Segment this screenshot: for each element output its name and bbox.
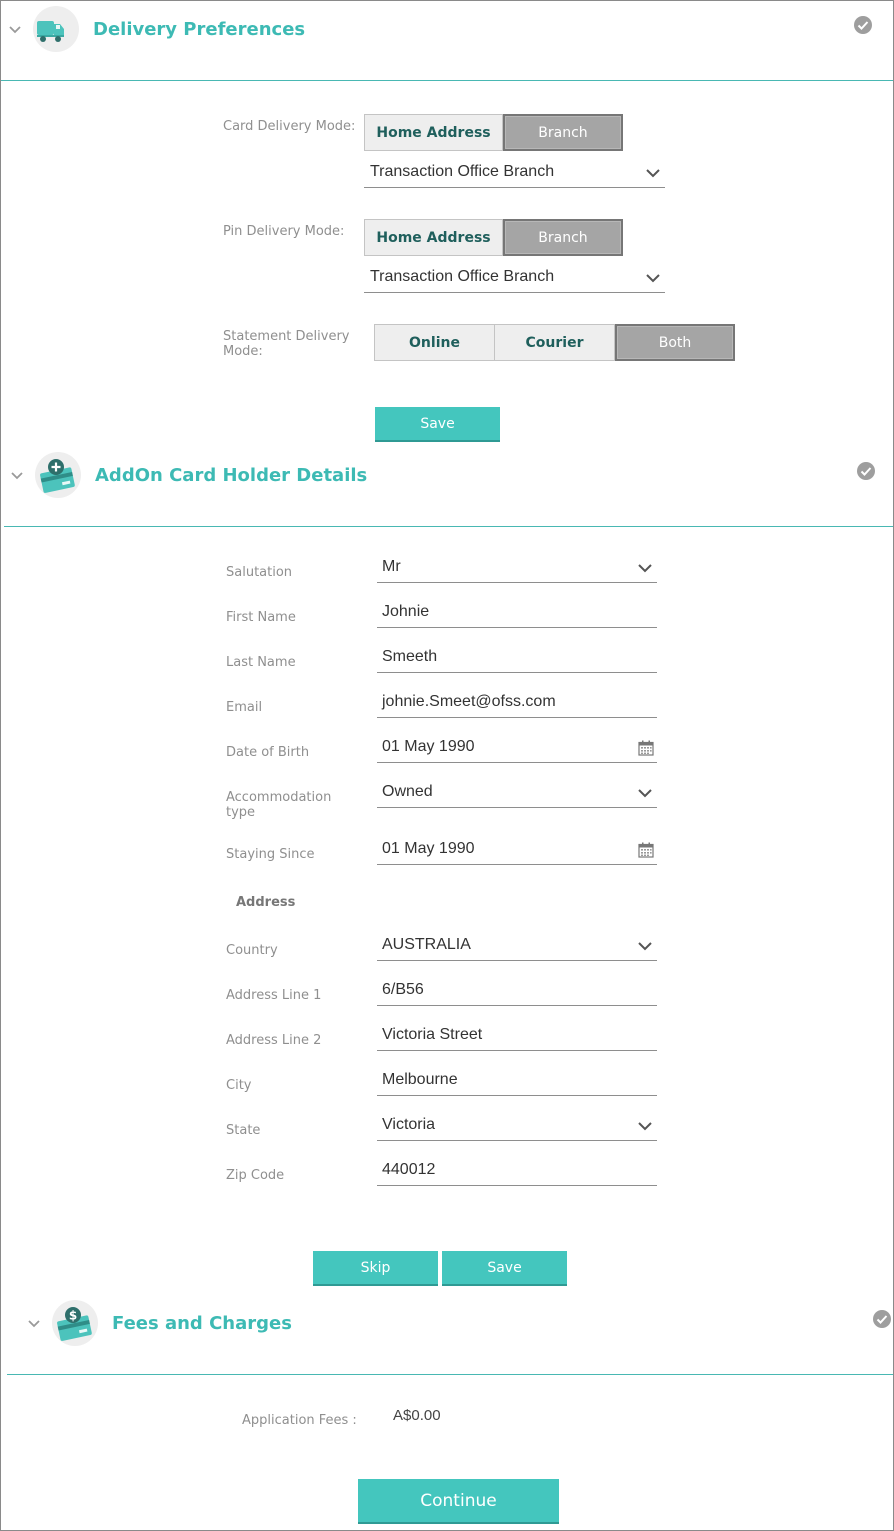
staying-since-value: 01 May 1990 — [382, 840, 475, 857]
delivery-save-button[interactable]: Save — [375, 407, 500, 442]
card-delivery-branch-value: Transaction Office Branch — [370, 163, 555, 180]
accommodation-type-label: Accommodation type — [226, 790, 332, 820]
check-circle-icon — [873, 1310, 891, 1328]
state-select[interactable]: Victoria — [377, 1114, 657, 1141]
country-label: Country — [226, 943, 278, 958]
zip-code-label: Zip Code — [226, 1168, 285, 1183]
pin-delivery-mode-label: Pin Delivery Mode: — [223, 224, 345, 239]
last-name-input[interactable]: Smeeth — [377, 646, 657, 673]
address-heading: Address — [236, 895, 296, 910]
calendar-icon[interactable] — [638, 740, 654, 756]
city-value: Melbourne — [382, 1071, 458, 1088]
staying-since-label: Staying Since — [226, 847, 315, 862]
fees-and-charges-title: Fees and Charges — [112, 1313, 292, 1334]
address-line-2-value: Victoria Street — [382, 1026, 483, 1043]
calendar-icon[interactable] — [638, 842, 654, 858]
staying-since-input[interactable]: 01 May 1990 — [377, 838, 657, 865]
zip-code-input[interactable]: 440012 — [377, 1159, 657, 1186]
statement-delivery-mode-toggle: Online Courier Both — [374, 324, 735, 361]
collapse-chevron-icon[interactable] — [8, 23, 22, 37]
card-delivery-branch-select[interactable]: Transaction Office Branch — [364, 161, 665, 188]
collapse-chevron-icon[interactable] — [27, 1317, 41, 1331]
pin-delivery-branch-select[interactable]: Transaction Office Branch — [364, 266, 665, 293]
chevron-down-icon — [645, 272, 661, 284]
statement-online-option[interactable]: Online — [374, 324, 495, 361]
state-value: Victoria — [382, 1116, 436, 1133]
truck-icon — [33, 6, 79, 52]
accommodation-type-value: Owned — [382, 783, 433, 800]
pin-delivery-branch-value: Transaction Office Branch — [370, 268, 555, 285]
address-line-1-input[interactable]: 6/B56 — [377, 979, 657, 1006]
card-delivery-mode-toggle: Home Address Branch — [364, 114, 623, 151]
card-dollar-icon: $ — [52, 1300, 98, 1346]
chevron-down-icon — [637, 1120, 653, 1132]
check-circle-icon — [854, 16, 872, 34]
card-delivery-branch-option[interactable]: Branch — [503, 114, 623, 151]
section-divider — [4, 526, 893, 527]
chevron-down-icon — [645, 167, 661, 179]
salutation-select[interactable]: Mr — [377, 556, 657, 583]
chevron-down-icon — [637, 562, 653, 574]
city-label: City — [226, 1078, 252, 1093]
section-divider — [1, 80, 893, 81]
email-value: johnie.Smeet@ofss.com — [382, 693, 556, 710]
pin-delivery-branch-option[interactable]: Branch — [503, 219, 623, 256]
salutation-value: Mr — [382, 558, 401, 575]
date-of-birth-value: 01 May 1990 — [382, 738, 475, 755]
address-line-1-value: 6/B56 — [382, 981, 424, 998]
date-of-birth-input[interactable]: 01 May 1990 — [377, 736, 657, 763]
application-form: Delivery Preferences Card Delivery Mode:… — [0, 0, 894, 1531]
statement-courier-option[interactable]: Courier — [495, 324, 615, 361]
delivery-preferences-title: Delivery Preferences — [93, 19, 306, 40]
address-line-2-input[interactable]: Victoria Street — [377, 1024, 657, 1051]
address-line-2-label: Address Line 2 — [226, 1033, 322, 1048]
first-name-input[interactable]: Johnie — [377, 601, 657, 628]
pin-delivery-mode-toggle: Home Address Branch — [364, 219, 623, 256]
check-circle-icon — [857, 462, 875, 480]
chevron-down-icon — [637, 940, 653, 952]
chevron-down-icon — [637, 787, 653, 799]
last-name-label: Last Name — [226, 655, 296, 670]
pin-delivery-home-address-option[interactable]: Home Address — [364, 219, 503, 256]
svg-text:$: $ — [69, 1309, 77, 1323]
country-value: AUSTRALIA — [382, 936, 471, 953]
zip-code-value: 440012 — [382, 1161, 436, 1178]
addon-skip-button[interactable]: Skip — [313, 1251, 438, 1286]
email-input[interactable]: johnie.Smeet@ofss.com — [377, 691, 657, 718]
date-of-birth-label: Date of Birth — [226, 745, 310, 760]
country-select[interactable]: AUSTRALIA — [377, 934, 657, 961]
section-divider — [7, 1374, 893, 1375]
city-input[interactable]: Melbourne — [377, 1069, 657, 1096]
card-delivery-home-address-option[interactable]: Home Address — [364, 114, 503, 151]
addon-save-button[interactable]: Save — [442, 1251, 567, 1286]
accommodation-type-select[interactable]: Owned — [377, 781, 657, 808]
email-label: Email — [226, 700, 263, 715]
statement-delivery-mode-label: Statement Delivery Mode: — [223, 329, 350, 359]
collapse-chevron-icon[interactable] — [10, 469, 24, 483]
add-card-icon — [35, 452, 81, 498]
card-delivery-mode-label: Card Delivery Mode: — [223, 119, 356, 134]
continue-button[interactable]: Continue — [358, 1479, 559, 1524]
last-name-value: Smeeth — [382, 648, 438, 665]
first-name-label: First Name — [226, 610, 296, 625]
first-name-value: Johnie — [382, 603, 430, 620]
addon-card-holder-title: AddOn Card Holder Details — [95, 465, 368, 486]
address-line-1-label: Address Line 1 — [226, 988, 322, 1003]
application-fees-label: Application Fees : — [242, 1413, 357, 1428]
application-fees-value: A$0.00 — [393, 1407, 441, 1424]
salutation-label: Salutation — [226, 565, 293, 580]
state-label: State — [226, 1123, 261, 1138]
statement-both-option[interactable]: Both — [615, 324, 735, 361]
